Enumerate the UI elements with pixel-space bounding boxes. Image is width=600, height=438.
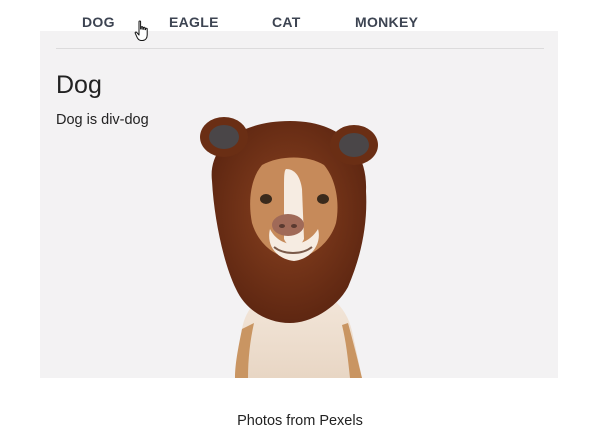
tab-dog[interactable]: DOG [82, 14, 115, 30]
hand-pointer-icon [134, 20, 148, 41]
bear-ear-left-inner [209, 125, 239, 149]
tab-monkey[interactable]: MONKEY [355, 14, 418, 30]
tab-cat[interactable]: CAT [272, 14, 301, 30]
bear-ear-right-inner [339, 133, 369, 157]
tab-eagle[interactable]: EAGLE [169, 14, 219, 30]
tab-bar: DOG EAGLE CAT MONKEY [0, 0, 600, 32]
tab-panel-dog: Dog Dog is div-dog [40, 31, 558, 378]
divider [56, 48, 544, 49]
panel-description: Dog is div-dog [56, 112, 149, 128]
dog-nose [272, 214, 304, 236]
dog-eye-right [317, 194, 329, 204]
photo-credit: Photos from Pexels [237, 413, 363, 429]
dog-nostril-left [279, 224, 285, 228]
panel-title: Dog [56, 71, 102, 99]
dog-nostril-right [291, 224, 297, 228]
dog-eye-left [260, 194, 272, 204]
dog-in-bear-hat-photo [200, 117, 378, 378]
